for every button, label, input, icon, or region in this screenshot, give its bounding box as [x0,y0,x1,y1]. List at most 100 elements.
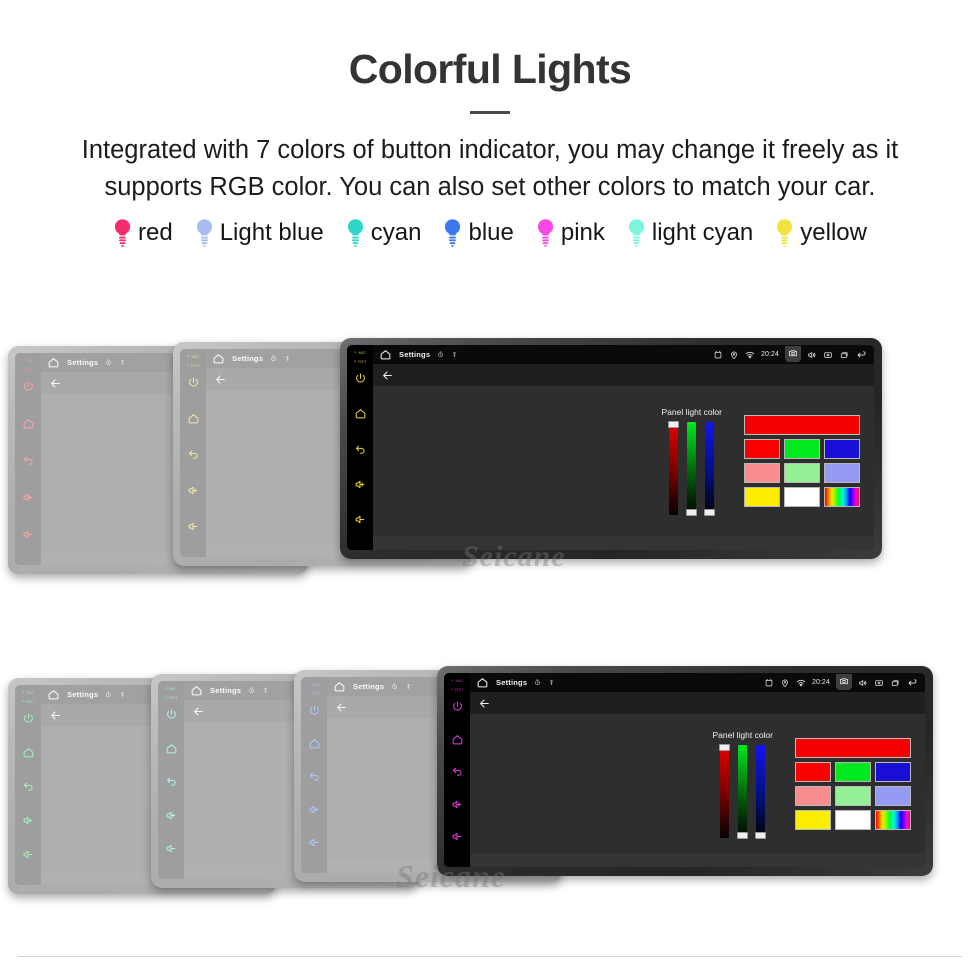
slider-red[interactable] [719,743,731,838]
status-bar: Settings 20:24 [470,673,925,692]
back-arrow-icon [194,707,203,715]
color-swatch-rainbow[interactable] [824,487,860,507]
volume-up-icon [188,486,197,495]
back-arrow-icon [857,351,866,358]
recents-icon [891,679,899,686]
back-icon [355,445,365,454]
side-button-strip: ⚬ MIC ⚬ RST [180,349,206,557]
location-icon [731,351,737,359]
camera-button[interactable] [836,673,852,690]
panel-light-control: Panel light color [713,730,773,839]
status-bar-title: Settings [232,354,264,363]
signal-icon [796,679,806,687]
home-icon [191,686,202,696]
side-button-strip: ⚬ MIC ⚬ RST [15,353,41,565]
legend-item-light-blue: Light blue [195,218,324,248]
power-icon [188,377,198,387]
back-icon [23,456,33,465]
car-radio-device: ⚬ MIC ⚬ RST Settings 20:24 Panel light color [437,666,933,876]
slider-green[interactable] [686,422,698,516]
timer-icon [271,355,277,362]
screen-footer [470,853,925,867]
legend-item-cyan: cyan [346,218,422,248]
home-icon [23,748,33,758]
color-swatch[interactable] [795,809,831,830]
back-arrow-icon [383,371,392,379]
back-arrow-icon [51,379,60,387]
side-tag-mic: ⚬ MIC [164,686,178,691]
timer-icon [535,679,541,686]
side-tag-rst: ⚬ RST [164,695,178,700]
legend-item-pink: pink [536,218,605,248]
color-swatch[interactable] [744,463,780,483]
status-clock: 20:24 [760,351,779,358]
color-swatch[interactable] [744,487,780,507]
back-arrow-icon [337,703,346,711]
antenna-icon [264,688,267,694]
alarm-icon [765,678,773,686]
device-row-top: ⚬ MIC ⚬ RST Settings Panel light color ⚬ MIC… [0,330,980,590]
slider-blue[interactable] [704,422,716,516]
bulb-icon [628,219,644,248]
side-tag-rst: ⚬ RST [21,367,35,372]
back-arrow-icon [480,699,489,707]
bulb-icon [777,219,793,248]
page-subtitle: Integrated with 7 colors of button indic… [81,136,899,202]
power-icon [23,381,33,391]
slider-thumb[interactable] [704,509,716,516]
device-screen: Settings 20:24 Panel light color [470,673,925,867]
bottom-divider [18,956,962,957]
antenna-icon [286,356,289,362]
color-swatch[interactable] [784,487,820,507]
antenna-icon [453,352,456,358]
swatch-row [744,487,860,507]
volume-up-icon [166,811,175,819]
camera-button[interactable] [785,345,801,362]
bulb-icon [537,219,553,248]
color-swatch[interactable] [744,439,780,459]
home-icon [309,739,319,749]
side-tag-rst: ⚬ RST [450,687,464,692]
back-arrow-icon [51,711,60,719]
slider-green[interactable] [737,744,749,839]
settings-content: Panel light color [373,386,874,536]
status-bar-title: Settings [67,690,99,699]
action-bar [470,692,925,714]
timer-icon [249,687,255,694]
color-swatch[interactable] [795,761,831,782]
slider-red[interactable] [668,421,680,515]
camera-icon [840,677,848,684]
slider-thumb[interactable] [686,509,698,516]
slider-blue[interactable] [755,744,767,839]
status-bar-title: Settings [399,350,431,359]
legend-label: blue [468,219,514,247]
color-swatch-rainbow[interactable] [875,809,911,830]
panel-light-control: Panel light color [662,407,722,516]
power-icon [452,701,462,711]
color-swatch[interactable] [875,785,911,806]
color-swatch[interactable] [835,785,871,806]
color-swatch[interactable] [824,439,860,459]
slider-thumb[interactable] [755,831,767,839]
color-swatch[interactable] [875,761,911,782]
color-swatch[interactable] [795,785,831,806]
timer-icon [106,691,112,698]
color-swatch[interactable] [784,439,820,459]
color-swatch[interactable] [824,463,860,483]
color-swatch[interactable] [835,809,871,830]
status-bar-title: Settings [67,358,99,367]
alarm-icon [714,350,722,358]
side-button-strip: ⚬ MIC ⚬ RST [444,673,470,867]
slider-thumb[interactable] [668,421,680,428]
legend-label: cyan [370,219,422,247]
side-tag-mic: ⚬ MIC [450,678,464,683]
color-swatch[interactable] [784,463,820,483]
color-swatch[interactable] [835,761,871,782]
slider-thumb[interactable] [719,743,731,751]
slider-thumb[interactable] [737,831,749,839]
legend-label: Light blue [219,219,324,247]
home-icon [188,414,198,424]
camera-icon [789,349,797,356]
home-icon [48,358,59,368]
home-icon [213,354,224,364]
